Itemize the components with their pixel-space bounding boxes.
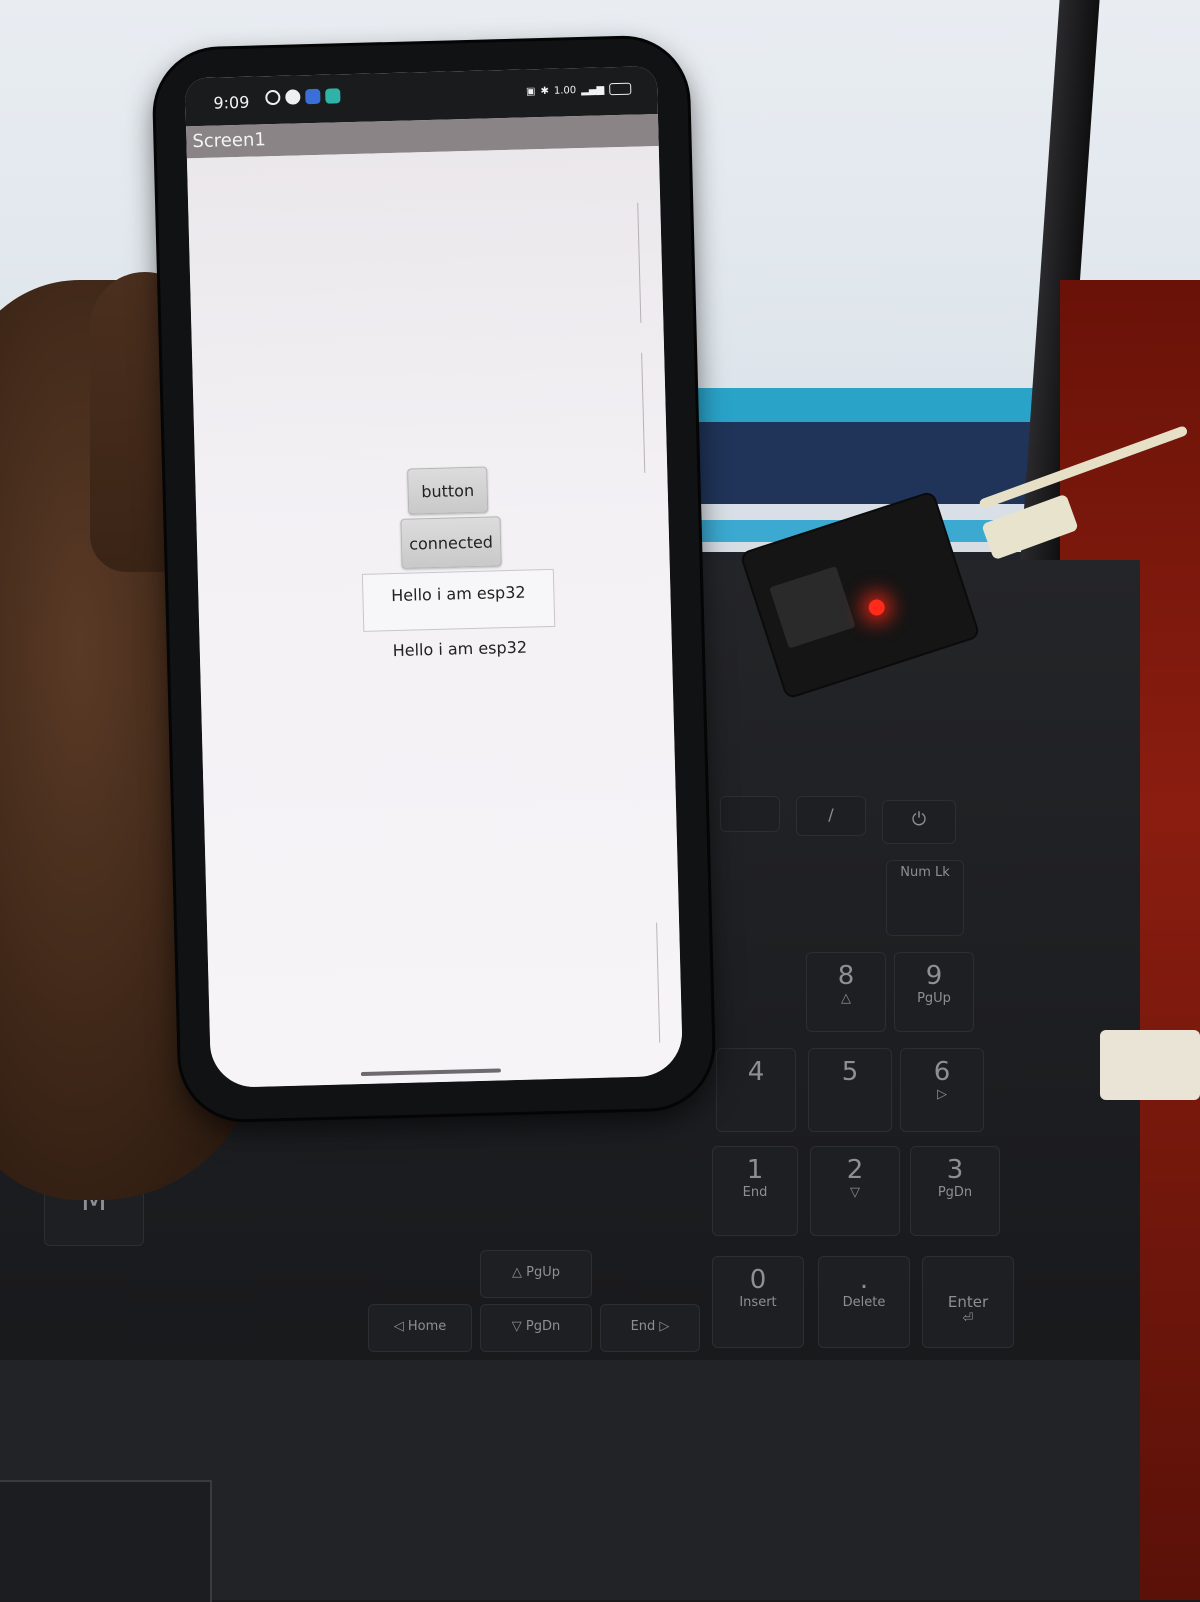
action-button[interactable]: button [407, 466, 489, 515]
notification-icons [265, 88, 341, 106]
keyboard-key-9: 9 PgUp [894, 952, 974, 1032]
app-icon-blue [305, 88, 321, 105]
esp32-chip [769, 566, 856, 649]
keyboard-key [720, 796, 780, 832]
keyboard-key-2: 2 ▽ [810, 1146, 900, 1236]
app-icon-teal [325, 88, 341, 104]
screen-crack [656, 922, 681, 1050]
app-icon-a [285, 89, 301, 105]
screenshot-icon: ▣ [525, 85, 536, 97]
status-time: 9:09 [213, 92, 250, 113]
signal-icon: ▂▄▆ [581, 83, 605, 96]
app-title: Screen1 [192, 129, 267, 153]
connect-button[interactable]: connected [400, 516, 502, 569]
message-textbox[interactable]: Hello i am esp32 [361, 568, 556, 632]
data-speed: 1.00 [553, 84, 577, 97]
keyboard-key-8: 8 △ [806, 952, 886, 1032]
keyboard-key-3: 3 PgDn [910, 1146, 1000, 1236]
smartphone: 9:09 ▣ ✱ 1.00 ▂▄▆ Screen1 button connect… [154, 37, 714, 1121]
phone-screen: 9:09 ▣ ✱ 1.00 ▂▄▆ Screen1 button connect… [184, 65, 684, 1089]
keyboard-key-end: End ▷ [600, 1304, 700, 1352]
power-led-icon [866, 597, 887, 618]
keyboard-key-numlock: Num Lk [886, 860, 964, 936]
keyboard-key: / [796, 796, 866, 836]
screen-crack [637, 202, 662, 330]
keyboard-key-home: ◁ Home [368, 1304, 472, 1352]
keyboard-key-1: 1 End [712, 1146, 798, 1236]
keyboard-key-delete: . Delete [818, 1256, 910, 1348]
laptop-touchpad [0, 1480, 212, 1602]
keyboard-key: ⏻ [882, 800, 956, 844]
keyboard-key-0: 0 Insert [712, 1256, 804, 1348]
keyboard-key-6: 6 ▷ [900, 1048, 984, 1132]
keyboard-key-5: 5 [808, 1048, 892, 1132]
usb-connector [1100, 1030, 1200, 1100]
whatsapp-icon [265, 89, 281, 106]
battery-icon [609, 82, 632, 96]
keyboard-key-pgdn: ▽ PgDn [480, 1304, 592, 1352]
keyboard-key-pgup: △ PgUp [480, 1250, 592, 1298]
keyboard-key-4: 4 [716, 1048, 796, 1132]
keyboard-key-enter: Enter ⏎ [922, 1256, 1014, 1348]
screen-crack [641, 352, 666, 480]
bluetooth-icon: ✱ [540, 85, 550, 97]
system-icons: ▣ ✱ 1.00 ▂▄▆ [525, 82, 632, 98]
